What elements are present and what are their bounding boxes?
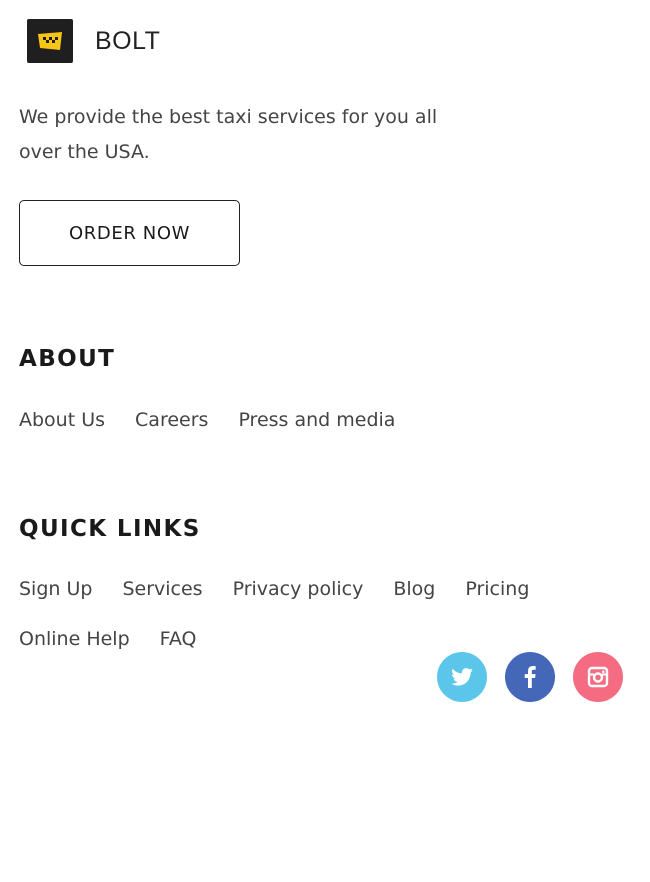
- faq-link[interactable]: FAQ: [160, 620, 197, 658]
- pricing-link[interactable]: Pricing: [465, 570, 529, 608]
- about-links: About Us Careers Press and media: [19, 401, 639, 439]
- facebook-button[interactable]: [505, 652, 555, 702]
- order-now-button[interactable]: ORDER NOW: [19, 200, 240, 266]
- instagram-icon: [587, 666, 609, 688]
- about-section-title: ABOUT: [19, 346, 116, 372]
- social-links: [437, 652, 623, 702]
- brand-name: BOLT: [95, 26, 161, 55]
- blog-link[interactable]: Blog: [393, 570, 435, 608]
- taxi-logo-icon: [27, 19, 73, 63]
- sign-up-link[interactable]: Sign Up: [19, 570, 92, 608]
- quick-links-section-title: QUICK LINKS: [19, 516, 201, 542]
- privacy-policy-link[interactable]: Privacy policy: [233, 570, 364, 608]
- instagram-button[interactable]: [573, 652, 623, 702]
- online-help-link[interactable]: Online Help: [19, 620, 130, 658]
- facebook-icon: [524, 666, 536, 688]
- services-link[interactable]: Services: [122, 570, 202, 608]
- press-and-media-link[interactable]: Press and media: [238, 401, 395, 439]
- twitter-button[interactable]: [437, 652, 487, 702]
- brand[interactable]: BOLT: [27, 19, 160, 63]
- about-us-link[interactable]: About Us: [19, 401, 105, 439]
- tagline: We provide the best taxi services for yo…: [19, 106, 438, 163]
- quick-links: Sign Up Services Privacy policy Blog Pri…: [19, 570, 639, 658]
- careers-link[interactable]: Careers: [135, 401, 208, 439]
- twitter-icon: [451, 668, 473, 686]
